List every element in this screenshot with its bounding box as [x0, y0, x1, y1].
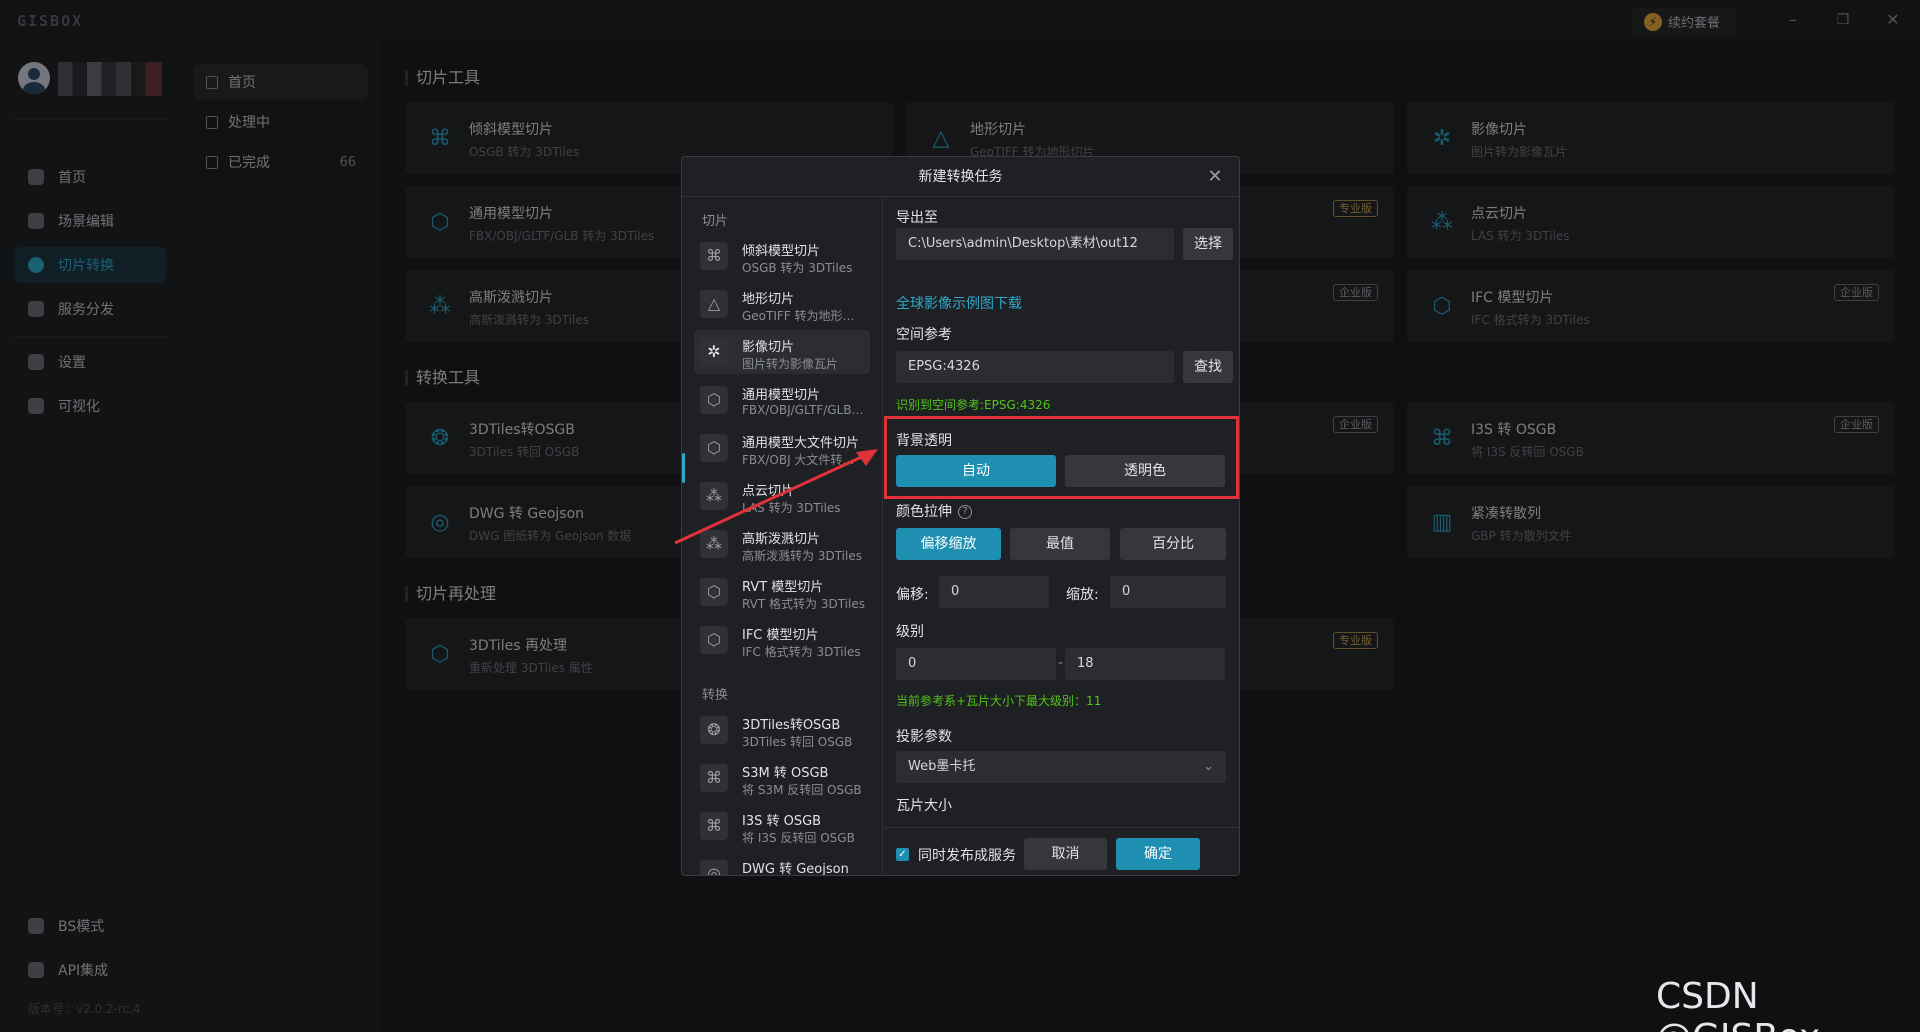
help-icon[interactable]: ?	[958, 505, 972, 519]
srs-input[interactable]: EPSG:4326	[896, 351, 1174, 383]
dialog-close-button[interactable]: ✕	[1203, 165, 1227, 189]
ifc-icon: ⬡	[700, 626, 728, 654]
highlight-box	[884, 416, 1239, 499]
tool-list: 切片 ⌘ 倾斜模型切片 OSGB 转为 3DTiles △ 地形切片 GeoTIFF 转…	[682, 198, 883, 875]
list-item-pointcloud[interactable]: ⁂ 点云切片 LAS 转为 3DTiles	[694, 474, 870, 518]
convert-icon: ❂	[700, 716, 728, 744]
oblique-icon: ⌘	[700, 242, 728, 270]
list-item-3dtiles-osgb[interactable]: ❂ 3DTiles转OSGB 3DTiles 转回 OSGB	[694, 708, 870, 752]
list-item-rvt[interactable]: ⬡ RVT 模型切片 RVT 格式转为 3DTiles	[694, 570, 870, 614]
ok-button[interactable]: 确定	[1116, 838, 1200, 870]
box-icon: ⬡	[700, 434, 728, 462]
level-min-input[interactable]: 0	[896, 648, 1056, 680]
level-label: 级别	[896, 624, 924, 640]
satellite-icon: ✲	[700, 338, 728, 366]
gaussian-icon: ⁂	[700, 530, 728, 558]
offset-label: 偏移:	[896, 587, 929, 603]
scale-input[interactable]: 0	[1110, 576, 1226, 608]
stretch-label: 颜色拉伸?	[896, 501, 972, 521]
list-item-oblique[interactable]: ⌘ 倾斜模型切片 OSGB 转为 3DTiles	[694, 234, 870, 278]
export-path-input[interactable]: C:\Users\admin\Desktop\素材\out12	[896, 228, 1174, 260]
proj-label: 投影参数	[896, 729, 952, 745]
pointcloud-icon: ⁂	[700, 482, 728, 510]
tile-size-label: 瓦片大小	[896, 798, 952, 814]
stretch-offset-scale[interactable]: 偏移缩放	[896, 528, 1001, 560]
list-item-ifc[interactable]: ⬡ IFC 模型切片 IFC 格式转为 3DTiles	[694, 618, 870, 662]
publish-checkbox[interactable]: ✓	[896, 848, 909, 861]
dwg-icon: ◎	[700, 860, 728, 875]
stretch-percent[interactable]: 百分比	[1120, 528, 1226, 560]
offset-input[interactable]: 0	[939, 576, 1049, 608]
list-item-gaussian[interactable]: ⁂ 高斯泼溅切片 高斯泼溅转为 3DTiles	[694, 522, 870, 566]
list-item-dwg[interactable]: ◎ DWG 转 Geojson	[694, 852, 870, 875]
dialog-footer: ✓ 同时发布成服务 取消 确定	[884, 827, 1239, 875]
find-button[interactable]: 查找	[1183, 351, 1233, 383]
dialog-title: 新建转换任务	[682, 157, 1239, 197]
i3s-icon: ⌘	[700, 812, 728, 840]
stretch-minmax[interactable]: 最值	[1010, 528, 1110, 560]
s3m-icon: ⌘	[700, 764, 728, 792]
scale-label: 缩放:	[1066, 587, 1099, 603]
group-label: 转换	[702, 688, 729, 703]
level-max-input[interactable]: 18	[1065, 648, 1225, 680]
proj-select[interactable]: Web墨卡托 ⌄	[896, 751, 1226, 783]
list-item-i3s-osgb[interactable]: ⌘ I3S 转 OSGB 将 I3S 反转回 OSGB	[694, 804, 870, 848]
box-icon: ⬡	[700, 386, 728, 414]
watermark: CSDN @GISBox	[1656, 976, 1820, 1032]
srs-label: 空间参考	[896, 327, 952, 343]
list-item-large-model[interactable]: ⬡ 通用模型大文件切片 FBX/OBJ 大文件转…	[694, 426, 870, 470]
options-form: 导出至 C:\Users\admin\Desktop\素材\out12 选择 全…	[884, 198, 1239, 875]
export-label: 导出至	[896, 210, 938, 226]
list-item-imagery[interactable]: ✲ 影像切片 图片转为影像瓦片	[694, 330, 870, 374]
download-link[interactable]: 全球影像示例图下载	[896, 293, 1022, 313]
level-hint: 当前参考系+瓦片大小下最大级别：11	[896, 694, 1102, 708]
active-indicator	[682, 453, 685, 483]
cancel-button[interactable]: 取消	[1024, 838, 1107, 870]
box-icon: ⬡	[700, 578, 728, 606]
list-item-s3m-osgb[interactable]: ⌘ S3M 转 OSGB 将 S3M 反转回 OSGB	[694, 756, 870, 800]
list-item-model[interactable]: ⬡ 通用模型切片 FBX/OBJ/GLTF/GLB…	[694, 378, 870, 422]
list-item-terrain[interactable]: △ 地形切片 GeoTIFF 转为地形…	[694, 282, 870, 326]
group-label: 切片	[702, 214, 729, 229]
choose-button[interactable]: 选择	[1183, 228, 1233, 260]
srs-hint: 识别到空间参考:EPSG:4326	[896, 398, 1051, 412]
chevron-down-icon: ⌄	[1203, 759, 1214, 774]
publish-label: 同时发布成服务	[918, 848, 1016, 864]
new-task-dialog: 新建转换任务 ✕ 切片 ⌘ 倾斜模型切片 OSGB 转为 3DTiles △ 地形切片…	[681, 156, 1240, 876]
level-separator: -	[1058, 655, 1064, 671]
terrain-icon: △	[700, 290, 728, 318]
